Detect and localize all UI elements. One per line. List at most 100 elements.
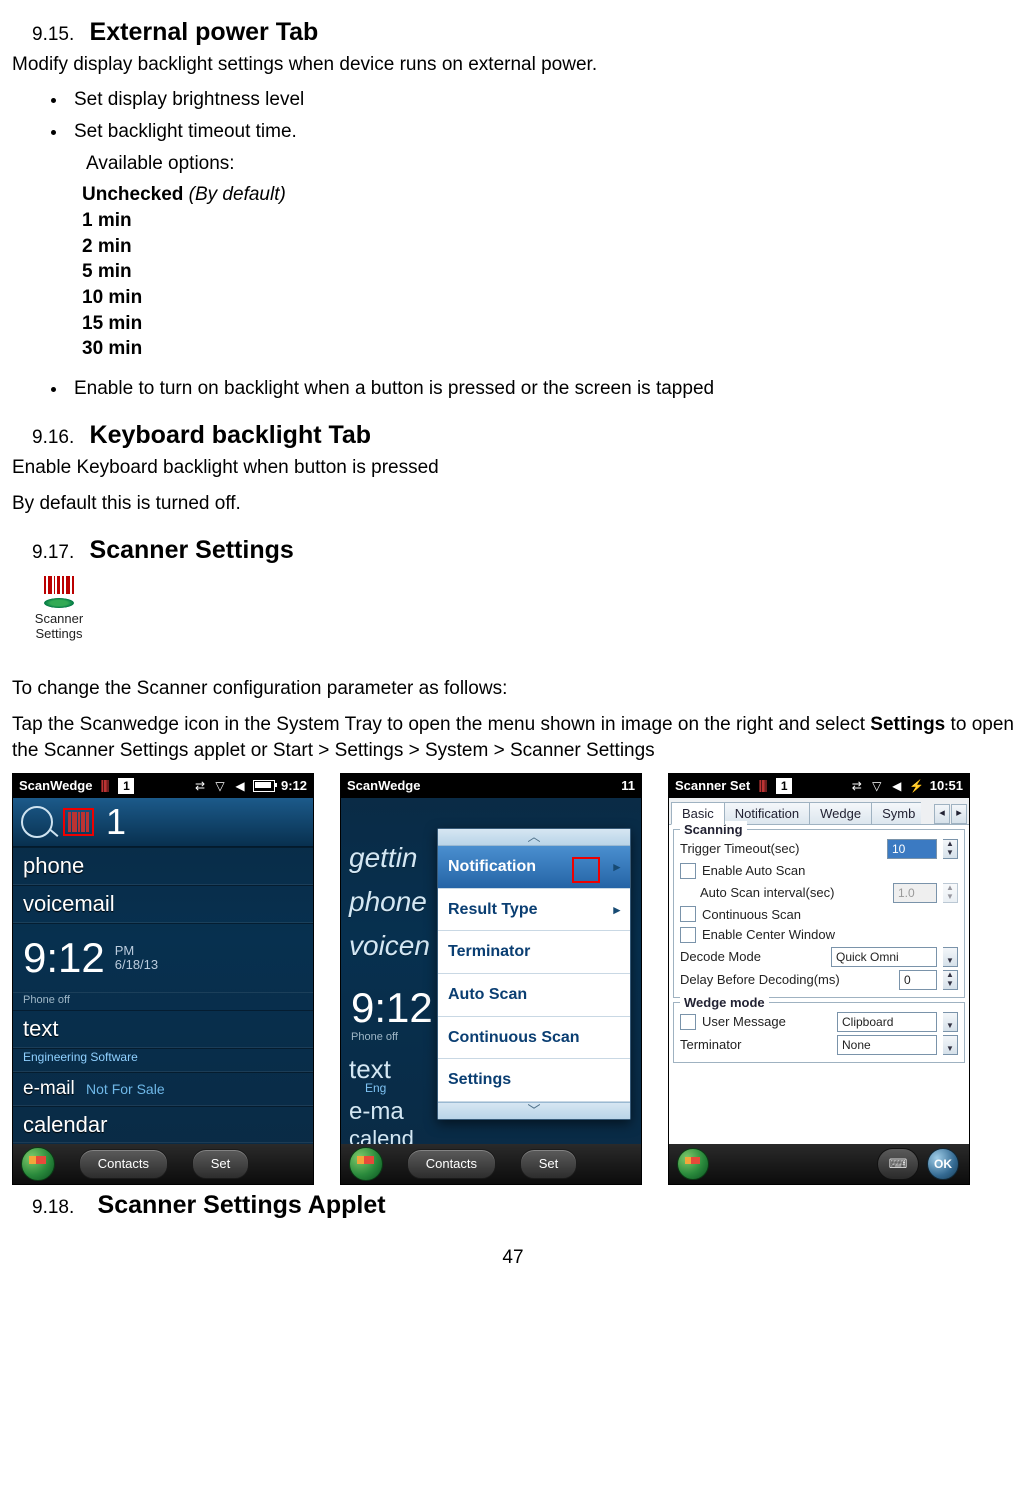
status-icons: ⇄ ▽ ◀ ⚡ 10:51: [850, 777, 963, 795]
tab-basic[interactable]: Basic: [671, 802, 725, 826]
section-title: Keyboard backlight Tab: [90, 421, 372, 449]
status-indicator-box: 1: [776, 778, 792, 794]
section-title: Scanner Settings Applet: [98, 1191, 386, 1219]
menu-item-notification[interactable]: Notification▸: [438, 846, 630, 889]
row-auto-scan-interval: Auto Scan interval(sec) 1.0 ▲▼: [700, 883, 958, 903]
row-enable-center-window[interactable]: Enable Center Window: [680, 926, 958, 944]
status-clock: 10:51: [930, 777, 963, 795]
spinbox-buttons[interactable]: ▲▼: [943, 839, 958, 859]
softkey-set[interactable]: Set: [192, 1149, 250, 1179]
dropdown-button[interactable]: ▼: [943, 947, 958, 967]
tab-symbology[interactable]: Symb: [871, 802, 921, 825]
decode-mode-select[interactable]: Quick Omni: [831, 947, 937, 967]
chevron-right-icon: ▸: [613, 858, 620, 876]
dropdown-button[interactable]: ▼: [943, 1012, 958, 1032]
icon-shadow: [44, 598, 74, 608]
section-heading: 9.17. Scanner Settings: [32, 534, 1014, 568]
menu-item-auto-scan[interactable]: Auto Scan: [438, 974, 630, 1017]
row-delay-before-decoding: Delay Before Decoding(ms) 0 ▲▼: [680, 970, 958, 990]
dropdown-button[interactable]: ▼: [943, 1035, 958, 1055]
section-title: Scanner Settings: [90, 536, 294, 564]
status-bar[interactable]: ScanWedge 1 ⇄ ▽ ◀ 9:12: [13, 774, 313, 798]
checkbox[interactable]: [680, 1014, 696, 1030]
home-row-text[interactable]: text: [13, 1010, 313, 1048]
paragraph: Enable Keyboard backlight when button is…: [12, 455, 1014, 481]
scanwedge-tray-icon[interactable]: [756, 779, 770, 793]
option-row: 2 min: [82, 234, 1014, 260]
status-bar[interactable]: ScanWedge 11: [341, 774, 641, 798]
list-item: Set display brightness level: [68, 87, 1014, 113]
menu-item-settings[interactable]: Settings: [438, 1059, 630, 1102]
spinbox-buttons[interactable]: ▲▼: [943, 970, 958, 990]
section-heading: 9.15. External power Tab: [32, 16, 1014, 50]
home-clock-pane[interactable]: 9:12 PM6/18/13: [13, 923, 313, 994]
status-icons: 11: [621, 777, 635, 795]
scanwedge-menu: ︿ Notification▸ Result Type▸ Terminator …: [437, 828, 631, 1120]
tab-nav-right[interactable]: ▸: [951, 804, 967, 824]
paragraph: By default this is turned off.: [12, 491, 1014, 517]
checkbox[interactable]: [680, 863, 696, 879]
row-enable-auto-scan[interactable]: Enable Auto Scan: [680, 862, 958, 880]
scanwedge-tray-icon[interactable]: [98, 779, 112, 793]
tab-nav-left[interactable]: ◂: [934, 804, 950, 824]
delay-input[interactable]: 0: [899, 970, 937, 990]
menu-item-continuous-scan[interactable]: Continuous Scan: [438, 1017, 630, 1060]
option-row: 15 min: [82, 311, 1014, 337]
ok-button[interactable]: OK: [927, 1148, 959, 1180]
softkey-contacts[interactable]: Contacts: [407, 1149, 496, 1179]
network-icon: ⇄: [193, 779, 207, 793]
status-icons: ⇄ ▽ ◀ 9:12: [193, 777, 307, 795]
screenshots-row: ScanWedge 1 ⇄ ▽ ◀ 9:12 1 phone voicem: [12, 773, 1014, 1185]
keyboard-button[interactable]: ⌨: [877, 1148, 919, 1180]
row-continuous-scan[interactable]: Continuous Scan: [680, 906, 958, 924]
menu-item-terminator[interactable]: Terminator: [438, 931, 630, 974]
tab-wedge[interactable]: Wedge: [809, 802, 872, 825]
home-row-text-sub: Engineering Software: [13, 1048, 313, 1072]
highlight-box: [572, 857, 600, 883]
user-message-select[interactable]: Clipboard: [837, 1012, 937, 1032]
screenshot-home: ScanWedge 1 ⇄ ▽ ◀ 9:12 1 phone voicem: [12, 773, 314, 1185]
checkbox[interactable]: [680, 906, 696, 922]
section-title: External power Tab: [90, 18, 319, 46]
softkey-set[interactable]: Set: [520, 1149, 578, 1179]
row-terminator: Terminator None ▼: [680, 1035, 958, 1055]
icon-label: ScannerSettings: [35, 612, 83, 642]
clock-time: 9:12: [23, 930, 105, 987]
start-button[interactable]: [349, 1147, 383, 1181]
group-legend: Wedge mode: [680, 994, 769, 1012]
home-row-calendar[interactable]: calendar: [13, 1106, 313, 1144]
status-indicator-box: 1: [118, 778, 134, 794]
charging-icon: ⚡: [910, 779, 924, 793]
auto-scan-interval-input: 1.0: [893, 883, 937, 903]
trigger-timeout-input[interactable]: 10: [887, 839, 937, 859]
clock-meta: PM6/18/13: [115, 944, 158, 973]
status-app-name: Scanner Set: [675, 777, 750, 795]
page-number: 47: [12, 1245, 1014, 1271]
barcode-icon: [37, 576, 81, 594]
menu-handle-top[interactable]: ︿: [438, 829, 630, 846]
softkey-contacts[interactable]: Contacts: [79, 1149, 168, 1179]
bullet-list: Enable to turn on backlight when a butto…: [68, 376, 1014, 402]
home-row-voicemail[interactable]: voicemail: [13, 885, 313, 923]
options-label: Available options:: [86, 151, 1014, 177]
chevron-right-icon: ▸: [613, 901, 620, 919]
background-sub-text: Eng: [365, 1080, 386, 1096]
start-button[interactable]: [21, 1147, 55, 1181]
search-bar[interactable]: 1: [13, 798, 313, 847]
softkey-bar: Contacts Set: [13, 1144, 313, 1184]
options-list: Unchecked (By default) 1 min 2 min 5 min…: [82, 182, 1014, 361]
counter-label: 1: [106, 798, 126, 847]
option-row: Unchecked (By default): [82, 182, 1014, 208]
section-number: 9.17.: [32, 542, 74, 563]
menu-handle-bottom[interactable]: ﹀: [438, 1102, 630, 1119]
background-clock: 9:12: [351, 980, 433, 1037]
home-row-phone[interactable]: phone: [13, 847, 313, 885]
option-row: 1 min: [82, 208, 1014, 234]
status-bar[interactable]: Scanner Set 1 ⇄ ▽ ◀ ⚡ 10:51: [669, 774, 969, 798]
home-row-email[interactable]: e-mail Not For Sale: [13, 1072, 313, 1106]
magnifier-icon[interactable]: [21, 806, 53, 838]
checkbox[interactable]: [680, 927, 696, 943]
start-button[interactable]: [677, 1148, 709, 1180]
menu-item-result-type[interactable]: Result Type▸: [438, 889, 630, 932]
terminator-select[interactable]: None: [837, 1035, 937, 1055]
